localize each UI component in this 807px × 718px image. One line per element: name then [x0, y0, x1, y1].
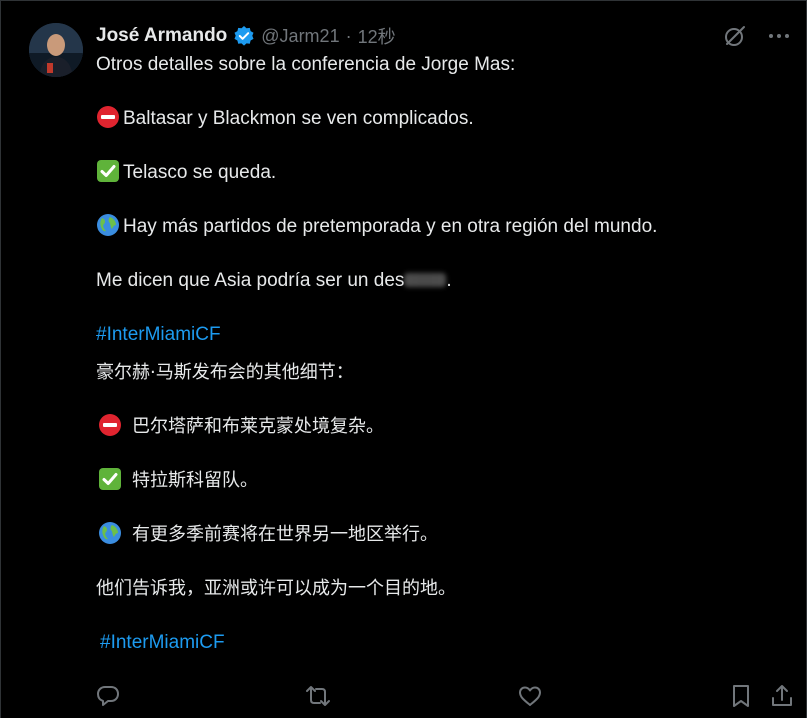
- line-text: Telasco se queda.: [123, 162, 277, 183]
- line-text: 巴尔塔萨和布莱克蒙处境复杂。: [132, 416, 384, 437]
- line-suffix: .: [446, 270, 452, 291]
- blurred-text: [404, 273, 447, 287]
- share-icon[interactable]: [769, 683, 797, 711]
- tweet-line: 他们告诉我，亚洲或许可以成为一个目的地。: [96, 575, 456, 603]
- tweet-header: José Armando @Jarm21 · 12秒: [96, 23, 396, 49]
- line-text: Hay más partidos de pretemporada y en ot…: [123, 216, 658, 237]
- like-icon[interactable]: [517, 683, 545, 711]
- separator-dot: ·: [345, 25, 352, 46]
- tweet-line: 特拉斯科留队。: [96, 467, 258, 495]
- top-actions: [722, 23, 792, 49]
- tweet-actions: [1, 683, 807, 713]
- globe-emoji: [98, 521, 122, 545]
- tweet-line: Hay más partidos de pretemporada y en ot…: [96, 213, 657, 241]
- globe-emoji: [96, 213, 120, 237]
- hashtag-link[interactable]: #InterMiamiCF: [100, 629, 225, 657]
- tweet-line: 豪尔赫·马斯发布会的其他细节：: [96, 359, 354, 387]
- author-handle[interactable]: @Jarm21: [261, 26, 339, 47]
- reply-icon[interactable]: [95, 683, 123, 711]
- tweet-line: Otros detalles sobre la conferencia de J…: [96, 51, 515, 79]
- tweet-card: José Armando @Jarm21 · 12秒 Otros detalle…: [0, 0, 807, 718]
- check-mark-emoji: [96, 159, 120, 183]
- tweet-line: Baltasar y Blackmon se ven complicados.: [96, 105, 474, 133]
- tweet-line: 有更多季前赛将在世界另一地区举行。: [96, 521, 438, 549]
- line-text: 豪尔赫·马斯发布会的其他细节：: [96, 362, 354, 383]
- tweet-line: 巴尔塔萨和布莱克蒙处境复杂。: [96, 413, 384, 441]
- timestamp[interactable]: 12秒: [358, 23, 396, 49]
- retweet-icon[interactable]: [305, 683, 333, 711]
- line-text: Otros detalles sobre la conferencia de J…: [96, 54, 516, 75]
- line-text: Me dicen que Asia podría ser un des: [96, 270, 405, 291]
- no-entry-emoji: [96, 105, 120, 129]
- hashtag-text[interactable]: #InterMiamiCF: [100, 632, 225, 653]
- line-text: 有更多季前赛将在世界另一地区举行。: [132, 524, 438, 545]
- avatar[interactable]: [29, 23, 83, 77]
- bookmark-icon[interactable]: [728, 683, 756, 711]
- line-text: Baltasar y Blackmon se ven complicados.: [123, 108, 474, 129]
- no-entry-emoji: [98, 413, 122, 437]
- check-mark-emoji: [98, 467, 122, 491]
- grok-icon[interactable]: [722, 23, 748, 49]
- more-icon[interactable]: [766, 23, 792, 49]
- hashtag-link[interactable]: #InterMiamiCF: [96, 321, 221, 349]
- tweet-line: Telasco se queda.: [96, 159, 276, 187]
- line-text: 特拉斯科留队。: [132, 470, 258, 491]
- verified-badge-icon: [233, 25, 255, 47]
- tweet-line: Me dicen que Asia podría ser un des.: [96, 267, 452, 295]
- line-text: 他们告诉我，亚洲或许可以成为一个目的地。: [96, 578, 456, 599]
- author-name[interactable]: José Armando: [96, 25, 227, 47]
- hashtag-text[interactable]: #InterMiamiCF: [96, 324, 221, 345]
